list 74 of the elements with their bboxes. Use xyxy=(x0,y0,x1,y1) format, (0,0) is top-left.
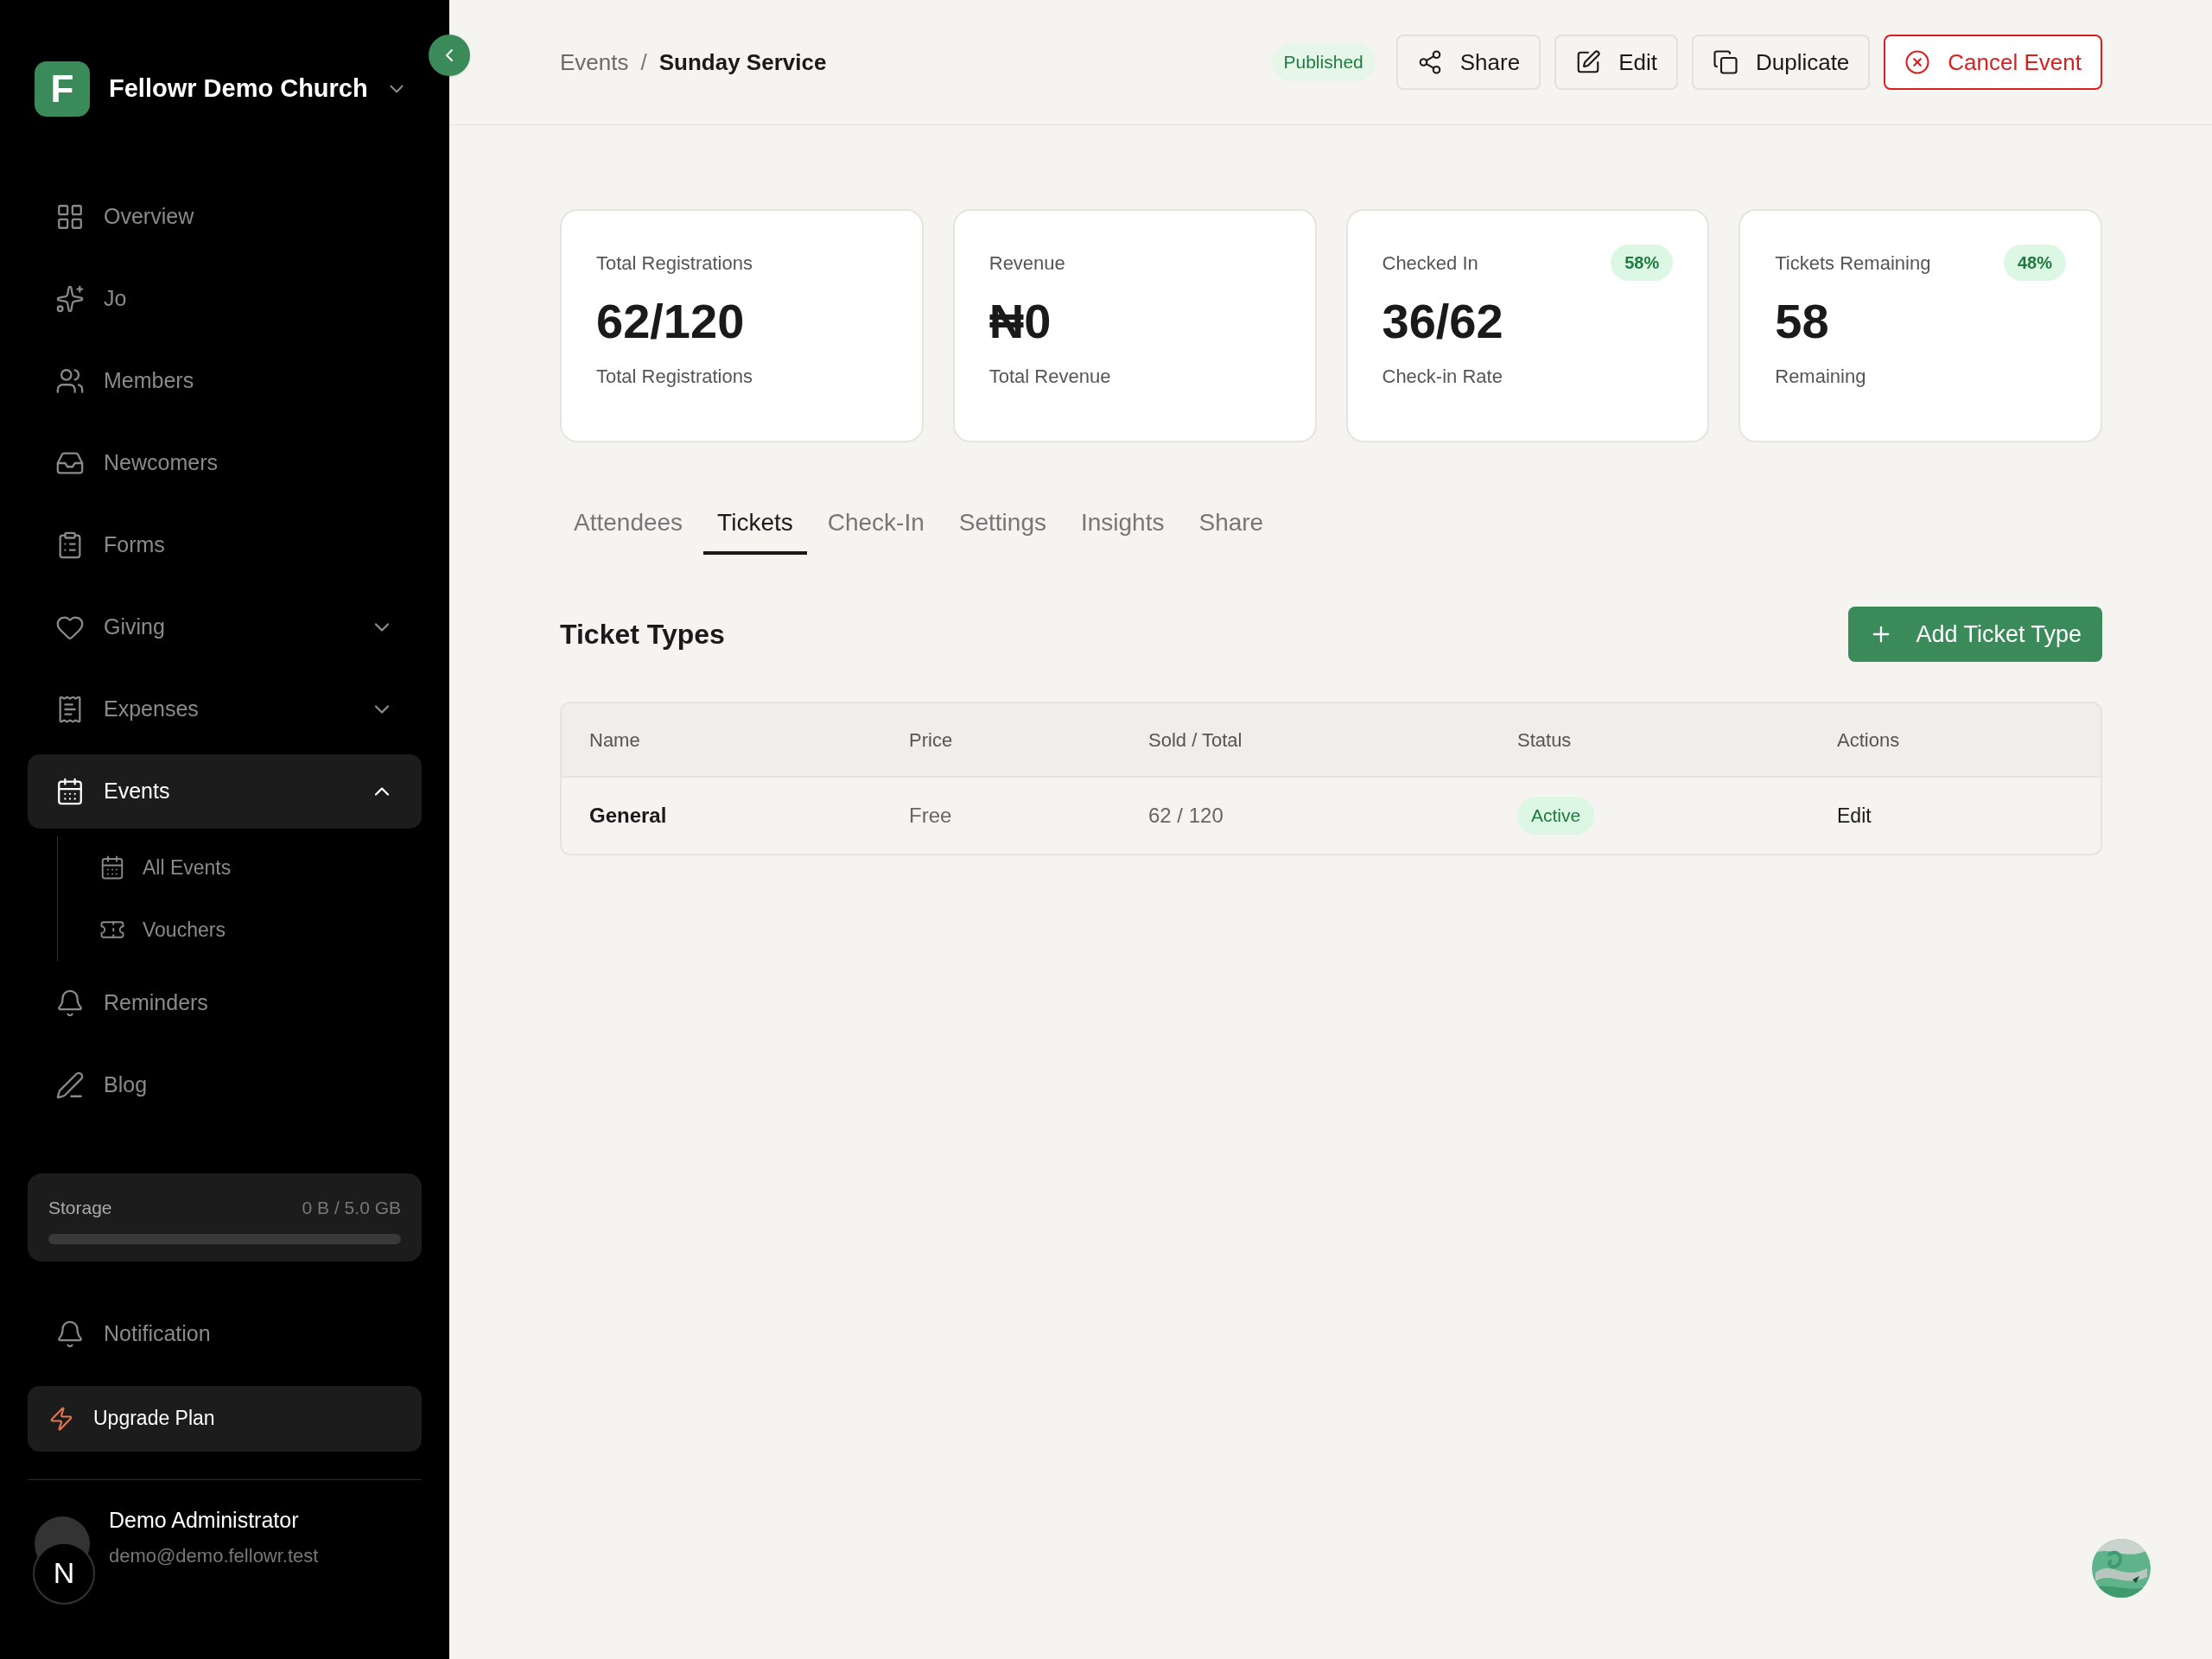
sparkles-icon xyxy=(55,284,85,314)
nav-item[interactable]: Giving xyxy=(28,590,422,664)
storage-label: Storage xyxy=(48,1197,112,1219)
stat-caption: Total Revenue xyxy=(988,365,1112,390)
user-name: Demo Administrator xyxy=(109,1506,300,1534)
tab[interactable]: Insights xyxy=(1066,494,1179,555)
close-icon xyxy=(1904,49,1931,75)
stat-title: Revenue xyxy=(988,251,1065,276)
nav-item[interactable]: Reminders xyxy=(28,966,422,1040)
table-cell-text: Free xyxy=(909,803,952,829)
lightning-icon xyxy=(48,1405,74,1432)
stat-title: Checked In xyxy=(1382,251,1478,276)
nav-item[interactable]: Newcomers xyxy=(28,426,422,500)
notification-item[interactable]: Notification xyxy=(28,1299,422,1369)
percent-badge: 58% xyxy=(1611,245,1674,281)
storage-reading: 0 B / 5.0 GB xyxy=(302,1197,401,1219)
calendar-icon xyxy=(55,777,85,806)
duplicate-button[interactable]: Duplicate xyxy=(1691,35,1871,90)
copy-icon xyxy=(1712,49,1738,75)
org-name: Fellowr Demo Church xyxy=(109,73,368,105)
breadcrumb-current: Sunday Service xyxy=(658,48,827,77)
sub-nav-item[interactable]: Vouchers xyxy=(99,899,422,961)
tab[interactable]: Share xyxy=(1185,494,1278,555)
nav-item[interactable]: Events xyxy=(28,754,422,829)
grid-icon xyxy=(55,202,85,232)
logo-icon: F xyxy=(35,61,90,117)
tab[interactable]: Tickets xyxy=(703,494,807,555)
calendar-icon xyxy=(99,855,125,880)
edit-icon xyxy=(1575,49,1602,75)
section-title: Ticket Types xyxy=(560,618,725,652)
upgrade-button[interactable]: Upgrade Plan xyxy=(28,1385,422,1452)
percent-badge: 48% xyxy=(2003,245,2066,281)
nav-item[interactable]: Forms xyxy=(28,508,422,582)
stat-caption: Remaining xyxy=(1775,365,1867,390)
add-ticket-type-button[interactable]: Add Ticket Type xyxy=(1848,607,2102,662)
nav-item[interactable]: Expenses xyxy=(28,672,422,747)
user-email: demo@demo.fellowr.test xyxy=(109,1544,319,1568)
collapse-button[interactable] xyxy=(429,35,470,76)
tab[interactable]: Attendees xyxy=(560,494,697,555)
column-header: Price xyxy=(909,728,954,753)
breadcrumb-link[interactable]: Events xyxy=(560,45,629,79)
edit-button[interactable]: Edit xyxy=(1554,35,1678,90)
stat-caption: Total Registrations xyxy=(596,365,753,390)
column-header: Sold / Total xyxy=(1148,728,1243,753)
nav-item[interactable]: Jo xyxy=(28,262,422,336)
bell-icon xyxy=(55,988,85,1018)
breadcrumb-separator: / xyxy=(640,48,647,77)
sub-nav-item[interactable]: All Events xyxy=(99,836,422,899)
tab[interactable]: Settings xyxy=(944,494,1060,555)
column-header: Status xyxy=(1517,728,1573,753)
column-header: Actions xyxy=(1837,728,1901,753)
dev-badge[interactable]: N xyxy=(33,1541,95,1605)
users-icon xyxy=(55,366,85,396)
edit-link[interactable]: Edit xyxy=(1837,800,1872,831)
column-header: Name xyxy=(589,728,641,753)
nav-item[interactable]: Overview xyxy=(28,180,422,254)
status-badge: Active xyxy=(1517,797,1595,835)
tab[interactable]: Check-In xyxy=(813,494,938,555)
stat-caption: Check-in Rate xyxy=(1382,365,1503,390)
stat-value: ₦0 xyxy=(988,293,1052,350)
share-button[interactable]: Share xyxy=(1395,35,1541,90)
status-badge: Published xyxy=(1271,43,1376,81)
danger-button[interactable]: Cancel Event xyxy=(1884,35,2102,90)
table-cell-text: General xyxy=(589,803,667,829)
stat-title: Tickets Remaining xyxy=(1775,251,1931,276)
pen-icon xyxy=(55,1071,85,1100)
stat-title: Total Registrations xyxy=(596,251,753,276)
bell-icon xyxy=(55,1319,85,1349)
table-cell-text: 62 / 120 xyxy=(1148,803,1224,829)
stat-value: 62/120 xyxy=(596,293,746,350)
nav-item[interactable]: Members xyxy=(28,344,422,418)
stat-value: 58 xyxy=(1775,293,1830,350)
nav-item[interactable]: Blog xyxy=(28,1048,422,1122)
stat-value: 36/62 xyxy=(1382,293,1504,350)
